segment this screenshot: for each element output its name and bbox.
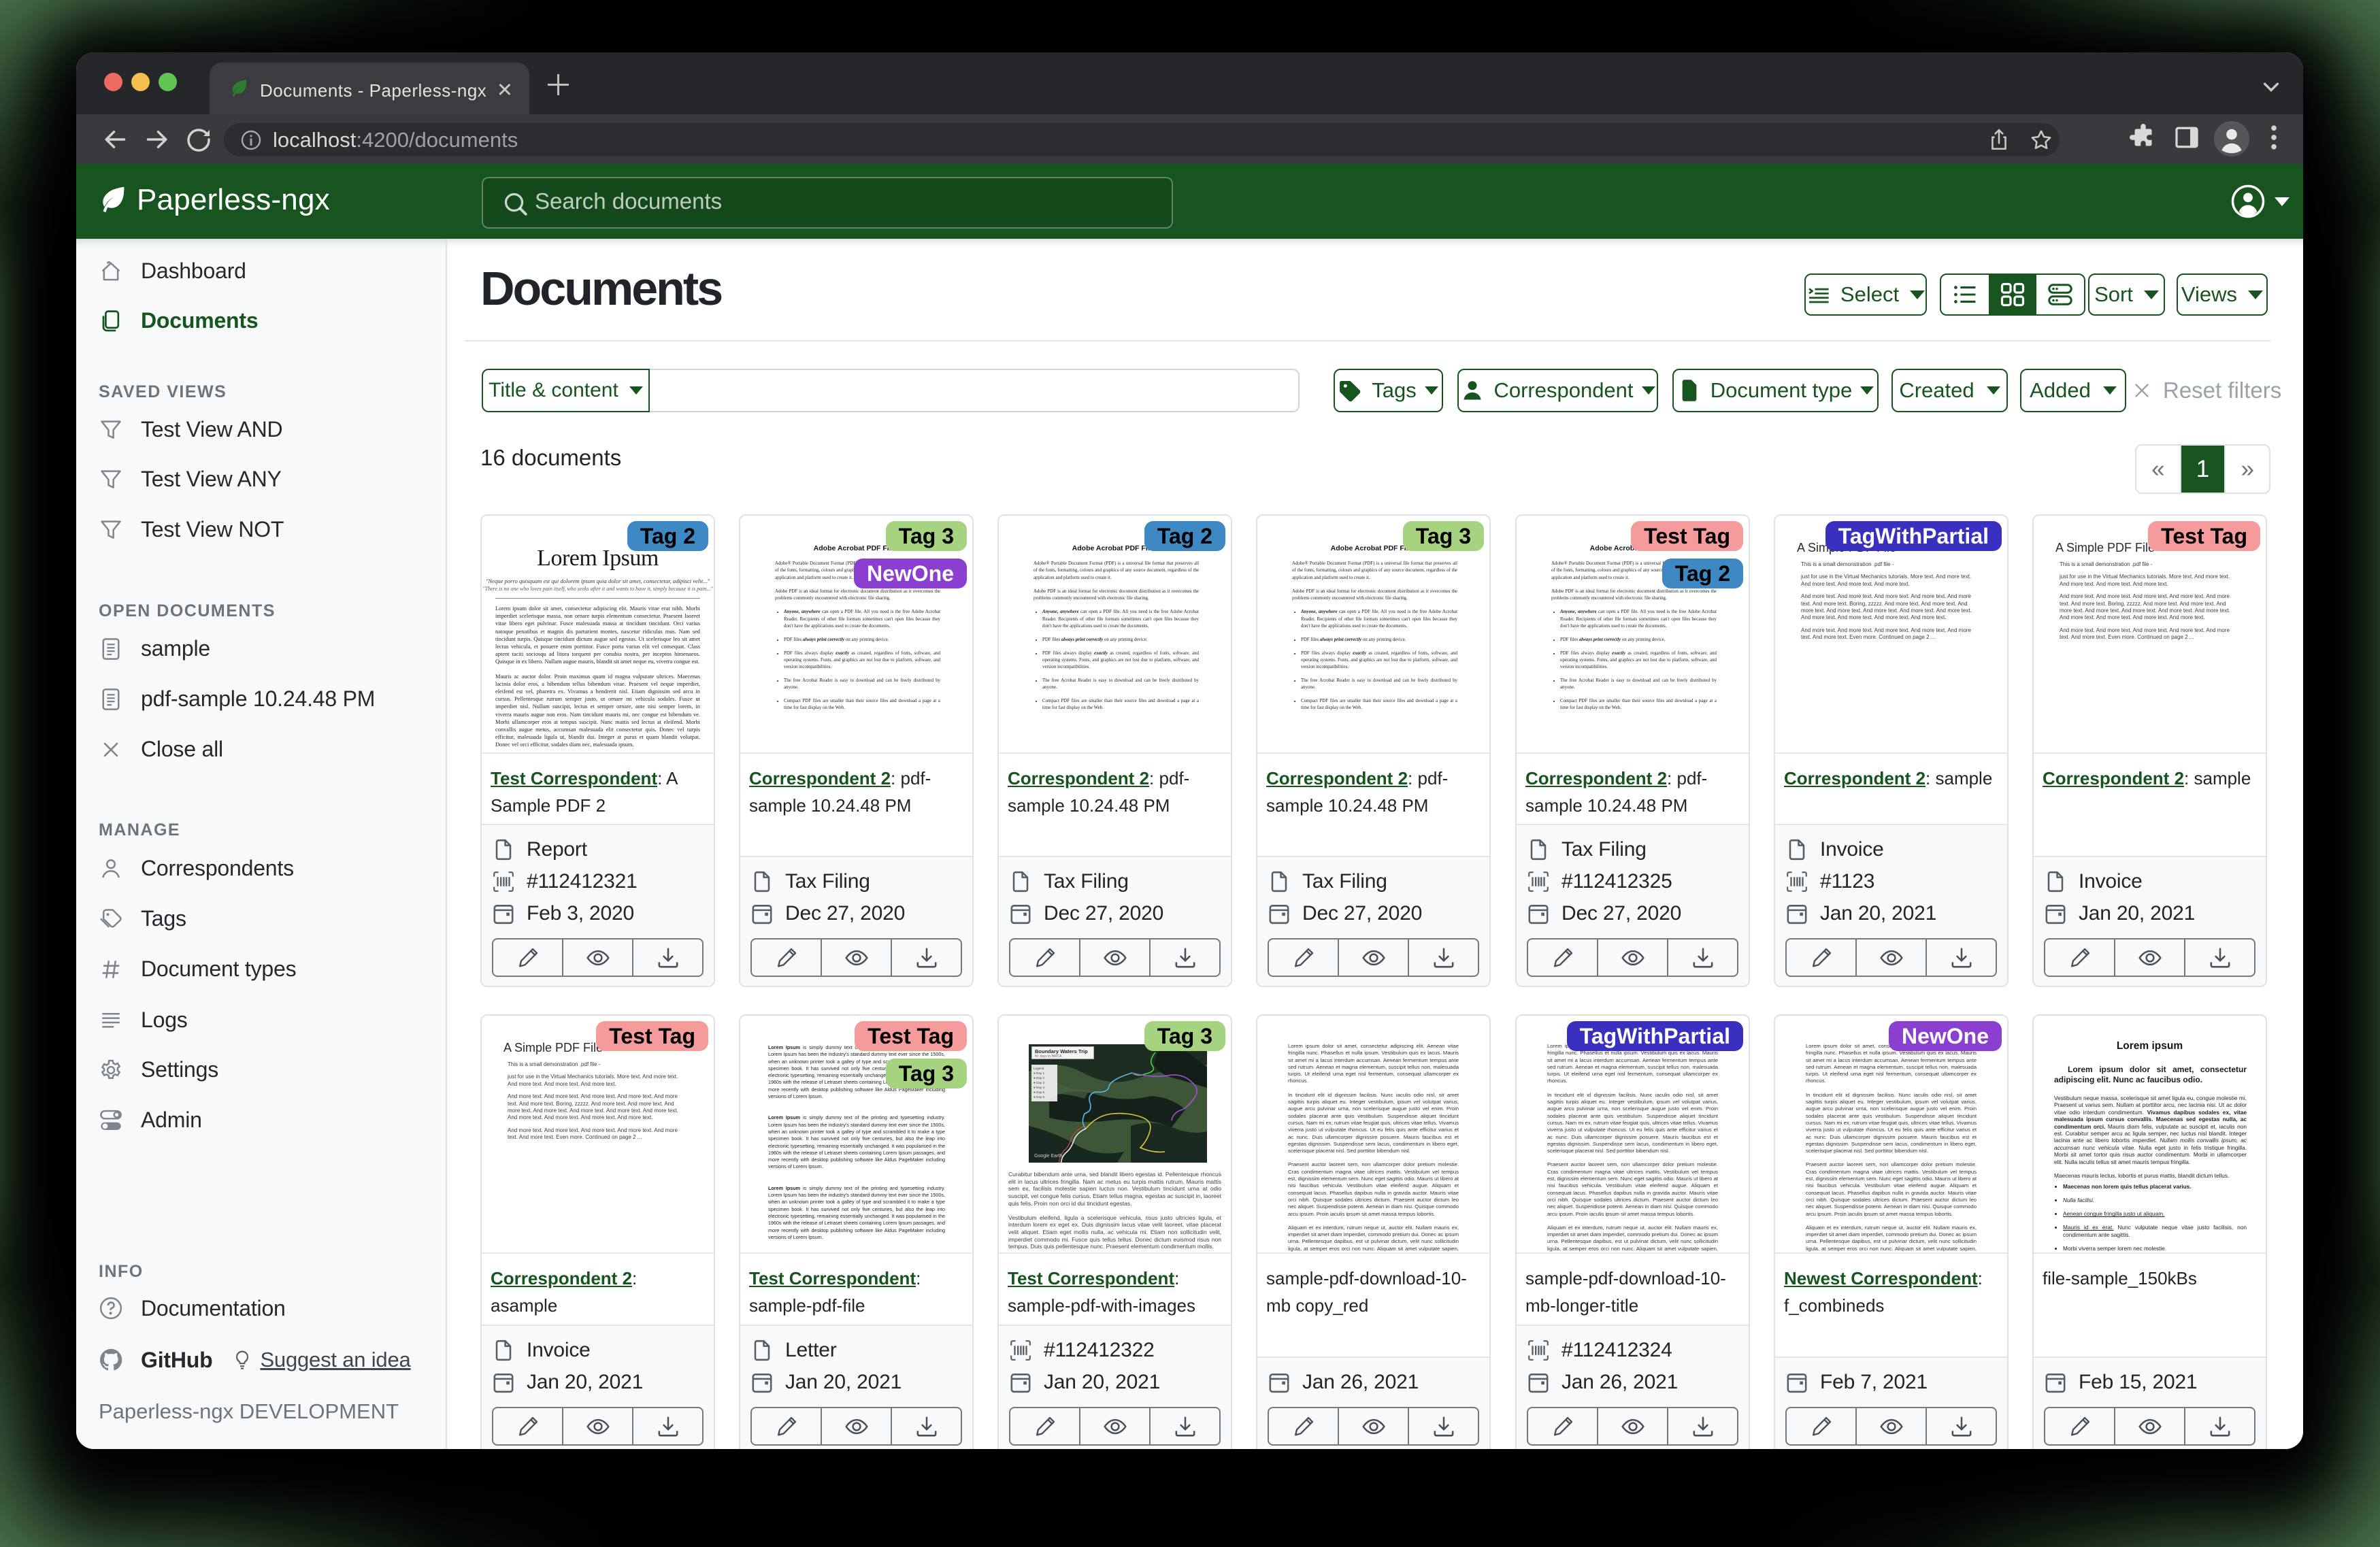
svg-text:Google Earth: Google Earth — [1034, 1154, 1062, 1159]
